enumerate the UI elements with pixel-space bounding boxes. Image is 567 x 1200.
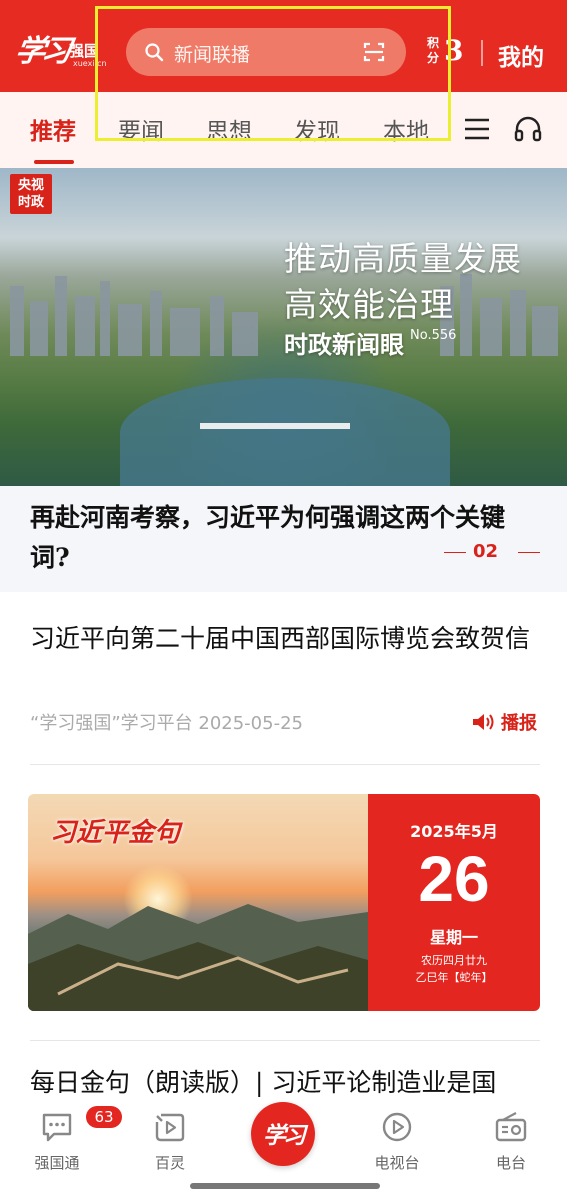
banner-title-line2: 高效能治理	[284, 285, 454, 324]
nav-label: 电台	[495, 1154, 526, 1172]
divider	[30, 764, 540, 765]
quote-weekday: 星期一	[429, 928, 478, 947]
top-header: 学习 强国 xuexi.cn 新闻联播 积分 3 我的	[0, 0, 567, 92]
speaker-icon	[473, 714, 494, 730]
next-article-title[interactable]: 每日金句（朗读版）| 习近平论制造业是国	[30, 1066, 540, 1100]
quote-date-panel: 2025年5月 26 星期一 农历四月廿九 乙巳年【蛇年】	[368, 794, 540, 1011]
badge-line1: 央视	[17, 178, 44, 193]
banner-river	[120, 378, 450, 486]
home-indicator[interactable]	[190, 1183, 380, 1189]
carousel-page-number: 02	[473, 541, 499, 562]
channel-tabs: 推荐 要闻 思想 发现 本地	[0, 92, 567, 168]
banner-caption-text: 再赴河南考察，习近平为何强调这两个关键词?	[30, 503, 506, 572]
quote-year-month: 2025年5月	[410, 822, 498, 841]
banner-caption[interactable]: 再赴河南考察，习近平为何强调这两个关键词? 02	[0, 486, 567, 592]
great-wall-image: 习近平金句	[28, 794, 368, 1011]
play-icon	[382, 1112, 412, 1142]
tab-local[interactable]: 本地	[383, 112, 429, 146]
banner-issue-number: No.556	[410, 328, 457, 343]
badge-line2: 时政	[17, 195, 44, 210]
nav-label: 百灵	[154, 1154, 185, 1172]
page-line-left	[444, 552, 466, 553]
tab-discover[interactable]: 发现	[294, 112, 340, 146]
daily-quote-card[interactable]: 习近平金句 2025年5月 26 星期一 农历四月廿九 乙巳年【蛇年】	[28, 794, 540, 1011]
quote-ganzhi-year: 乙巳年【蛇年】	[415, 971, 493, 984]
radio-icon	[495, 1112, 527, 1142]
divider	[30, 1040, 540, 1041]
chat-icon	[42, 1113, 72, 1142]
app-logo[interactable]: 学习 强国 xuexi.cn	[13, 26, 108, 72]
article-source-date: “学习强国”学习平台 2025-05-25	[30, 713, 303, 734]
banner-subtitle: 时政新闻眼	[284, 331, 404, 359]
nav-label: 电视台	[374, 1154, 420, 1172]
banner-bridge	[200, 423, 350, 429]
quote-headline: 习近平金句	[50, 818, 181, 848]
logo-name: 强国	[69, 42, 100, 60]
tab-news[interactable]: 要闻	[118, 112, 164, 146]
study-center-button[interactable]: 学习	[251, 1102, 315, 1166]
points-label: 积分	[427, 36, 440, 65]
mine-button[interactable]: 我的	[498, 38, 544, 72]
tab-thought[interactable]: 思想	[206, 112, 252, 146]
mountain-silhouette	[28, 904, 368, 1011]
logo-mark: 学习	[13, 34, 70, 69]
nav-tv[interactable]: 电视台	[362, 1106, 432, 1172]
nav-radio[interactable]: 电台	[476, 1106, 546, 1172]
headset-icon[interactable]	[513, 114, 543, 144]
video-icon	[155, 1113, 185, 1142]
nav-qiangguotong[interactable]: 63 强国通	[22, 1106, 122, 1172]
broadcast-label: 播报	[501, 713, 537, 734]
active-tab-indicator	[34, 160, 74, 164]
scan-icon[interactable]	[363, 41, 385, 63]
search-icon	[145, 43, 164, 62]
study-logo: 学习	[263, 1122, 306, 1149]
menu-icon[interactable]	[464, 117, 490, 141]
cctv-politics-badge: 央视 时政	[10, 174, 52, 214]
unread-badge: 63	[86, 1106, 122, 1128]
page-line-right	[518, 552, 540, 553]
points-value[interactable]: 3	[444, 34, 463, 67]
tab-recommend[interactable]: 推荐	[30, 112, 76, 146]
header-divider	[481, 40, 483, 66]
quote-day: 26	[418, 843, 490, 915]
carousel-page-indicator: 02	[444, 541, 540, 563]
quote-lunar-date: 农历四月廿九	[421, 954, 487, 967]
search-input[interactable]: 新闻联播	[126, 28, 406, 76]
logo-domain: xuexi.cn	[73, 59, 107, 68]
search-placeholder: 新闻联播	[174, 44, 251, 66]
featured-banner[interactable]: 央视 时政 推动高质量发展 高效能治理 时政新闻眼 No.556	[0, 168, 567, 486]
article-title[interactable]: 习近平向第二十届中国西部国际博览会致贺信	[30, 617, 540, 661]
nav-bailing[interactable]: 百灵	[135, 1106, 205, 1172]
banner-title-line1: 推动高质量发展	[284, 239, 522, 278]
nav-label: 强国通	[34, 1154, 80, 1172]
